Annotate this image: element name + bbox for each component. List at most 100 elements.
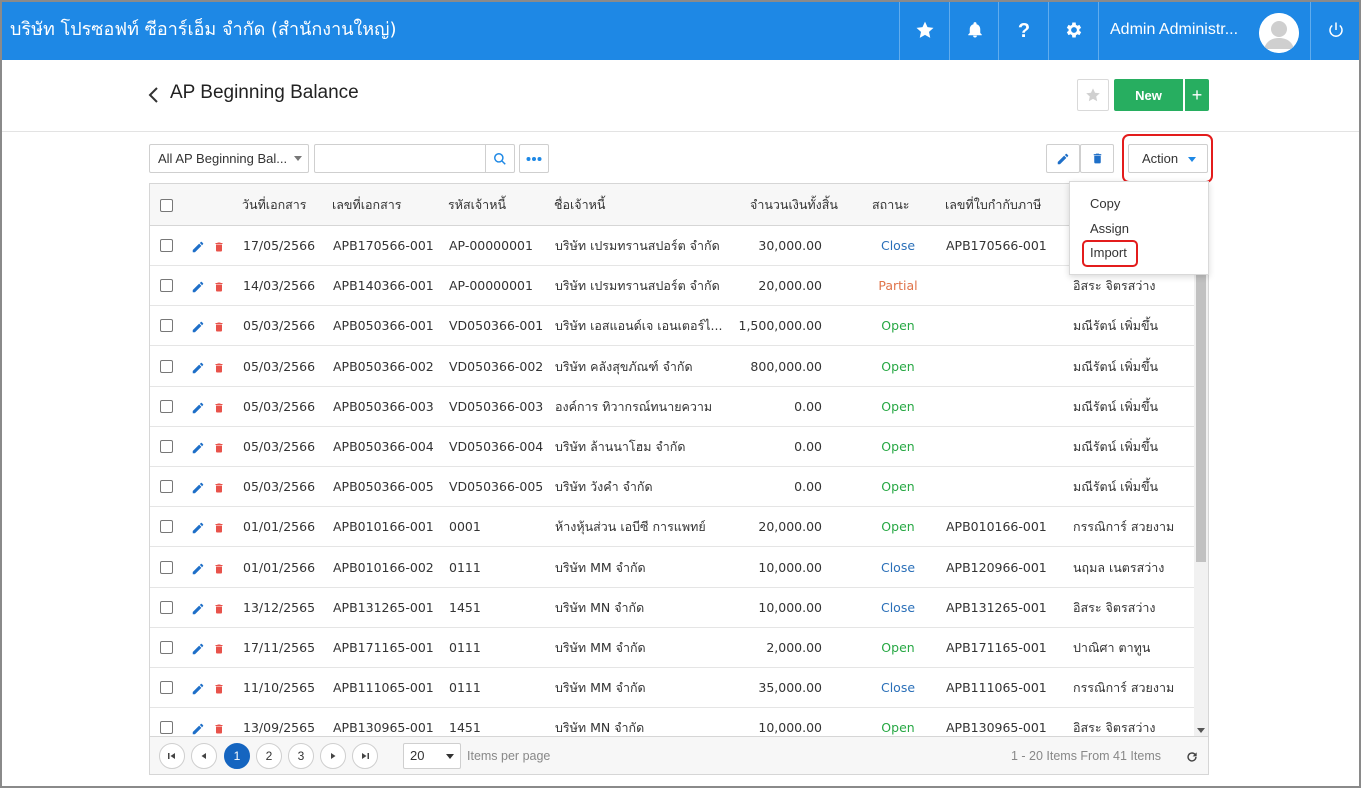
- new-button[interactable]: New: [1114, 79, 1183, 111]
- edit-pencil-icon[interactable]: [191, 400, 205, 414]
- page-3-button[interactable]: 3: [288, 743, 314, 769]
- table-row[interactable]: 14/03/2566 APB140366-001 AP-00000001 บริษัท…: [150, 266, 1194, 307]
- power-icon[interactable]: [1310, 0, 1361, 60]
- bell-icon[interactable]: [949, 0, 999, 60]
- search-input[interactable]: [314, 144, 486, 173]
- table-row[interactable]: 11/10/2565 APB111065-001 0111 บริษัท MM จำก…: [150, 668, 1194, 709]
- edit-pencil-icon[interactable]: [191, 721, 205, 735]
- favorites-star-icon[interactable]: [899, 0, 949, 60]
- edit-pencil-icon[interactable]: [191, 319, 205, 333]
- cell-doc-number[interactable]: APB050366-003: [333, 387, 434, 427]
- edit-pencil-icon[interactable]: [191, 480, 205, 494]
- row-checkbox[interactable]: [160, 600, 173, 614]
- header-doc-number[interactable]: เลขที่เอกสาร: [332, 184, 401, 226]
- table-scrollbar[interactable]: [1194, 226, 1208, 736]
- row-checkbox[interactable]: [160, 480, 173, 494]
- row-checkbox[interactable]: [160, 239, 173, 252]
- gear-icon[interactable]: [1048, 0, 1098, 60]
- header-total-amount[interactable]: จำนวนเงินทั้งสิ้น: [750, 184, 838, 226]
- row-checkbox[interactable]: [160, 520, 173, 534]
- delete-trash-icon[interactable]: [213, 319, 225, 333]
- cell-doc-number[interactable]: APB171165-001: [333, 628, 434, 668]
- cell-doc-number[interactable]: APB131265-001: [333, 588, 434, 628]
- edit-pencil-icon[interactable]: [191, 601, 205, 615]
- first-page-button[interactable]: [159, 743, 185, 769]
- edit-pencil-icon[interactable]: [191, 239, 205, 253]
- cell-doc-number[interactable]: APB010166-001: [333, 507, 434, 547]
- bulk-edit-button[interactable]: [1046, 144, 1080, 173]
- edit-pencil-icon[interactable]: [191, 561, 205, 575]
- table-row[interactable]: 01/01/2566 APB010166-002 0111 บริษัท MM จำก…: [150, 548, 1194, 588]
- cell-doc-number[interactable]: APB111065-001: [333, 668, 434, 708]
- edit-pencil-icon[interactable]: [191, 360, 205, 374]
- delete-trash-icon[interactable]: [213, 480, 225, 494]
- refresh-icon[interactable]: [1185, 749, 1199, 763]
- cell-doc-number[interactable]: APB050366-005: [333, 467, 434, 507]
- edit-pencil-icon[interactable]: [191, 279, 205, 293]
- cell-doc-number[interactable]: APB050366-004: [333, 427, 434, 467]
- row-checkbox[interactable]: [160, 440, 173, 453]
- new-options-plus-button[interactable]: +: [1184, 79, 1209, 111]
- table-row[interactable]: 05/03/2566 APB050366-003 VD050366-003 องค์ก…: [150, 387, 1194, 427]
- delete-trash-icon[interactable]: [213, 440, 225, 454]
- header-status[interactable]: สถานะ: [872, 184, 909, 226]
- edit-pencil-icon[interactable]: [191, 520, 205, 534]
- page-1-button[interactable]: 1: [224, 743, 250, 769]
- cell-doc-number[interactable]: APB170566-001: [333, 226, 434, 266]
- row-checkbox[interactable]: [160, 319, 173, 333]
- scroll-down-icon[interactable]: [1197, 728, 1205, 733]
- delete-trash-icon[interactable]: [213, 279, 225, 293]
- delete-trash-icon[interactable]: [213, 601, 225, 615]
- delete-trash-icon[interactable]: [213, 641, 225, 655]
- row-checkbox[interactable]: [160, 359, 173, 373]
- help-icon[interactable]: ?: [998, 0, 1048, 60]
- table-row[interactable]: 17/05/2566 APB170566-001 AP-00000001 บริษัท…: [150, 226, 1194, 266]
- delete-trash-icon[interactable]: [213, 520, 225, 534]
- bulk-delete-button[interactable]: [1080, 144, 1114, 173]
- header-creditor-name[interactable]: ชื่อเจ้าหนี้: [554, 184, 605, 226]
- table-row[interactable]: 13/12/2565 APB131265-001 1451 บริษัท MN จำก…: [150, 588, 1194, 628]
- edit-pencil-icon[interactable]: [191, 641, 205, 655]
- header-tax-invoice[interactable]: เลขที่ใบกำกับภาษี: [945, 184, 1041, 226]
- next-page-button[interactable]: [320, 743, 346, 769]
- delete-trash-icon[interactable]: [213, 561, 225, 575]
- row-checkbox[interactable]: [160, 681, 173, 695]
- cell-doc-number[interactable]: APB050366-002: [333, 347, 434, 387]
- favorite-star-button[interactable]: [1077, 79, 1109, 111]
- table-row[interactable]: 05/03/2566 APB050366-002 VD050366-002 บริษั…: [150, 347, 1194, 387]
- row-checkbox[interactable]: [160, 399, 173, 413]
- prev-page-button[interactable]: [191, 743, 217, 769]
- cell-doc-number[interactable]: APB140366-001: [333, 266, 434, 306]
- header-doc-date[interactable]: วันที่เอกสาร: [242, 184, 307, 226]
- table-row[interactable]: 17/11/2565 APB171165-001 0111 บริษัท MM จำก…: [150, 628, 1194, 668]
- menu-item-copy[interactable]: Copy: [1090, 196, 1120, 211]
- delete-trash-icon[interactable]: [213, 239, 225, 253]
- last-page-button[interactable]: [352, 743, 378, 769]
- table-row[interactable]: 05/03/2566 APB050366-005 VD050366-005 บริษั…: [150, 467, 1194, 508]
- table-row[interactable]: 05/03/2566 APB050366-004 VD050366-004 บริษั…: [150, 427, 1194, 467]
- scroll-thumb[interactable]: [1196, 244, 1206, 562]
- table-row[interactable]: 05/03/2566 APB050366-001 VD050366-001 บริษั…: [150, 306, 1194, 347]
- items-per-page-select[interactable]: 20: [403, 743, 461, 769]
- table-row[interactable]: 01/01/2566 APB010166-001 0001 ห้างหุ้นส่วน …: [150, 507, 1194, 548]
- edit-pencil-icon[interactable]: [191, 681, 205, 695]
- view-filter-select[interactable]: All AP Beginning Bal...: [149, 144, 309, 173]
- header-creditor-code[interactable]: รหัสเจ้าหนี้: [448, 184, 506, 226]
- delete-trash-icon[interactable]: [213, 721, 225, 735]
- row-checkbox[interactable]: [160, 279, 173, 293]
- edit-pencil-icon[interactable]: [191, 440, 205, 454]
- delete-trash-icon[interactable]: [213, 681, 225, 695]
- menu-item-assign[interactable]: Assign: [1090, 221, 1129, 236]
- select-all-checkbox[interactable]: [160, 199, 173, 212]
- cell-doc-number[interactable]: APB010166-002: [333, 548, 434, 588]
- row-checkbox[interactable]: [160, 641, 173, 654]
- user-menu[interactable]: Admin Administr...: [1098, 0, 1310, 60]
- row-checkbox[interactable]: [160, 560, 173, 574]
- cell-doc-number[interactable]: APB050366-001: [333, 306, 434, 346]
- search-button[interactable]: [485, 144, 515, 173]
- row-checkbox[interactable]: [160, 721, 173, 735]
- delete-trash-icon[interactable]: [213, 400, 225, 414]
- back-chevron-icon[interactable]: [146, 85, 162, 105]
- company-name[interactable]: บริษัท โปรซอฟท์ ซีอาร์เอ็ม จำกัด (สำนักง…: [10, 0, 397, 60]
- delete-trash-icon[interactable]: [213, 360, 225, 374]
